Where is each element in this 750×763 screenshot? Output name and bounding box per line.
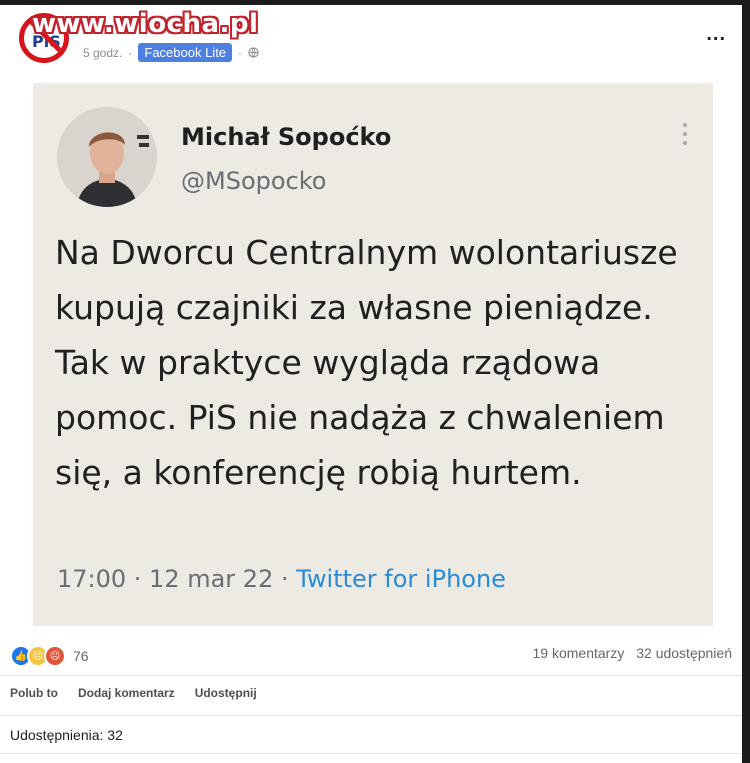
meta-separator: · [128, 45, 133, 60]
tweet-time-date: 17:00 · 12 mar 22 · [57, 565, 297, 593]
comment-button[interactable]: Dodaj komentarz [78, 686, 175, 700]
divider-2 [0, 715, 742, 716]
tweet-author-avatar [57, 107, 157, 207]
post-actions: Polub to Dodaj komentarz Udostępnij [10, 686, 257, 700]
meta-separator-2: · [238, 45, 243, 60]
tweet-author-handle: @MSopocko [181, 167, 327, 195]
share-button[interactable]: Udostępnij [195, 686, 257, 700]
person-photo-icon [57, 107, 157, 207]
comments-count[interactable]: 19 komentarzy [533, 645, 625, 661]
post-meta: 5 godz. · Facebook Lite · [83, 43, 259, 62]
divider-3 [0, 753, 742, 754]
reactions-count: 76 [73, 648, 89, 664]
tweet-author-name: Michał Sopoćko [181, 123, 392, 151]
reactions-summary[interactable]: 👍 ☹ ☹ 76 [10, 645, 89, 667]
more-options-icon[interactable]: ... [706, 23, 726, 46]
post-time[interactable]: 5 godz. [83, 46, 122, 60]
tweet-text: Na Dworcu Centralnym wolontariusze kupuj… [55, 233, 678, 492]
watermark: www.wiocha.pl [32, 9, 259, 39]
engagement-counts: 19 komentarzy 32 udostępnień [525, 645, 732, 661]
like-button[interactable]: Polub to [10, 686, 58, 700]
shares-line[interactable]: Udostępnienia: 32 [10, 727, 123, 743]
tweet-source: Twitter for iPhone [296, 565, 506, 593]
post-card: PiS www.wiocha.pl 5 godz. · Facebook Lit… [0, 5, 742, 763]
shares-count[interactable]: 32 udostępnień [636, 645, 732, 661]
tweet-screenshot: Michał Sopoćko @MSopocko Na Dworcu Centr… [33, 83, 713, 626]
globe-icon [248, 47, 259, 58]
divider [0, 675, 742, 676]
angry-reaction-icon: ☹ [44, 645, 66, 667]
post-stats: 👍 ☹ ☹ 76 19 komentarzy 32 udostępnień [10, 645, 732, 667]
app-badge: Facebook Lite [138, 43, 233, 62]
tweet-timestamp: 17:00 · 12 mar 22 · Twitter for iPhone [57, 565, 506, 593]
tweet-more-icon [683, 123, 687, 150]
